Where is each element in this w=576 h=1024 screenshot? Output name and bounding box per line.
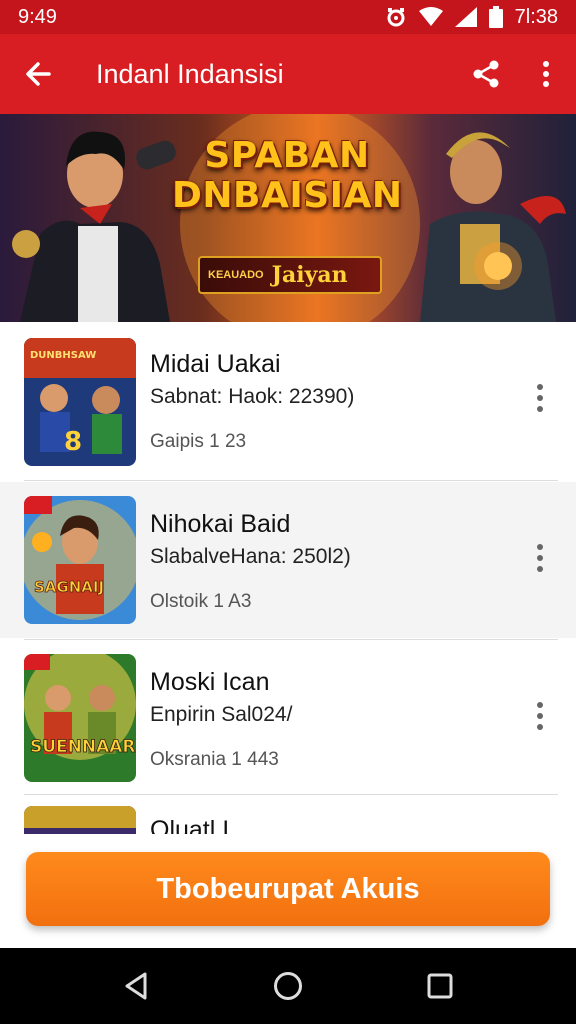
banner-tag-small: KEAUADO: [208, 269, 264, 281]
banner-tag: KEAUADO Jaiyan: [198, 256, 382, 294]
overflow-menu-button[interactable]: [516, 34, 576, 114]
more-vert-icon: [543, 61, 549, 87]
thumbnail-caption: SUENNAAR: [30, 737, 136, 757]
game-list: 8 DUNBHSAW Midai Uakai Sabnat: Haok: 223…: [0, 322, 576, 834]
item-more-button[interactable]: [530, 696, 550, 736]
game-thumbnail: 8 DUNBHSAW: [24, 338, 136, 466]
back-button[interactable]: [0, 34, 76, 114]
signal-icon: [454, 7, 477, 27]
item-meta: Oksrania 1 443: [150, 749, 279, 770]
divider: [24, 794, 558, 795]
nav-recents-button[interactable]: [410, 956, 470, 1016]
square-recents-icon: [427, 973, 453, 999]
item-subtitle: SlabalveHana: 250l2): [150, 545, 351, 568]
banner-title-line2: DNBAISIAN: [172, 175, 403, 216]
game-thumbnail: SUENNAAR: [24, 654, 136, 782]
status-time: 9:49: [18, 5, 57, 28]
more-vert-icon: [537, 384, 543, 390]
item-title: Oluatl I: [150, 816, 230, 834]
status-clock: 7l:38: [514, 5, 558, 28]
nav-back-button[interactable]: [106, 956, 166, 1016]
list-item[interactable]: Oluatl I: [0, 796, 576, 834]
circle-home-icon: [274, 972, 302, 1000]
bottom-action-area: Tbobeurupat Akuis: [0, 834, 576, 948]
share-button[interactable]: [456, 34, 516, 114]
more-vert-icon: [537, 544, 543, 550]
item-meta: Olstoik 1 A3: [150, 591, 252, 612]
triangle-back-icon: [125, 972, 147, 1000]
status-bar: 9:49 7l:38: [0, 0, 576, 34]
banner-title-line1: SPABAN: [204, 135, 370, 176]
alarm-icon: [385, 6, 407, 28]
banner-title: SPABAN DNBAISIAN: [172, 136, 402, 216]
list-item[interactable]: 8 DUNBHSAW Midai Uakai Sabnat: Haok: 223…: [0, 322, 576, 478]
page-title: Indanl Indansisi: [96, 58, 284, 89]
wifi-icon: [418, 7, 443, 27]
list-item[interactable]: SAGNAIJ Nihokai Baid SlabalveHana: 250l2…: [0, 482, 576, 638]
item-title: Moski Ican: [150, 668, 270, 696]
divider: [24, 480, 558, 481]
thumbnail-caption: 8: [64, 427, 82, 457]
back-arrow-icon: [26, 62, 51, 86]
system-nav-bar: [0, 948, 576, 1024]
list-item[interactable]: SUENNAAR Moski Ican Enpirin Sal024/ Oksr…: [0, 640, 576, 796]
primary-action-button[interactable]: Tbobeurupat Akuis: [26, 852, 550, 926]
game-thumbnail: SAGNAIJ: [24, 496, 136, 624]
hero-right-illustration: [420, 132, 566, 322]
item-more-button[interactable]: [530, 378, 550, 418]
thumbnail-caption: SAGNAIJ: [34, 578, 104, 596]
item-more-button[interactable]: [530, 538, 550, 578]
battery-icon: [488, 6, 503, 28]
item-title: Nihokai Baid: [150, 510, 291, 538]
hero-left-illustration: [12, 131, 176, 322]
app-bar: Indanl Indansisi: [0, 34, 576, 114]
item-meta: Gaipis 1 23: [150, 431, 247, 452]
nav-home-button[interactable]: [258, 956, 318, 1016]
more-vert-icon: [537, 702, 543, 708]
item-subtitle: Sabnat: Haok: 22390): [150, 385, 355, 408]
item-title: Midai Uakai: [150, 350, 281, 378]
banner-tag-big: Jaiyan: [271, 262, 348, 288]
item-subtitle: Enpirin Sal024/: [150, 703, 293, 726]
game-thumbnail: [24, 806, 136, 834]
promo-banner[interactable]: SPABAN DNBAISIAN KEAUADO Jaiyan: [0, 114, 576, 322]
share-icon: [473, 60, 499, 88]
svg-text:DUNBHSAW: DUNBHSAW: [30, 350, 96, 361]
